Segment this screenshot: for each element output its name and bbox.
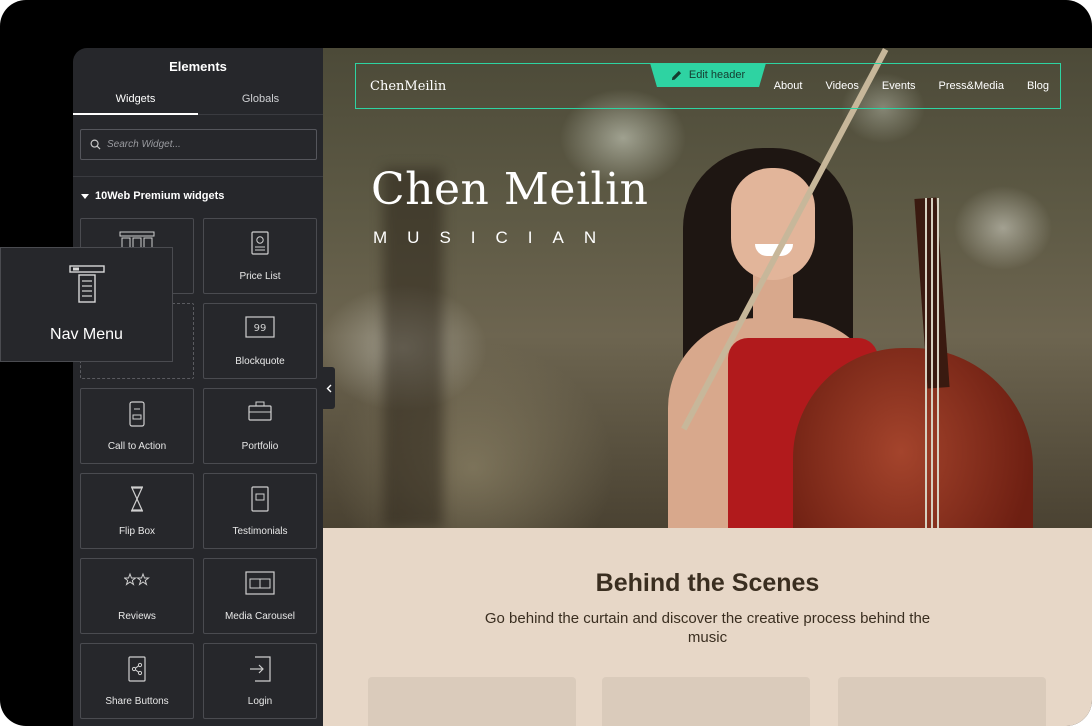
widget-login[interactable]: Login — [203, 643, 317, 719]
widget-search — [80, 129, 317, 160]
blockquote-icon: 99 — [245, 316, 275, 338]
widget-blockquote[interactable]: 99 Blockquote — [203, 303, 317, 379]
share-buttons-icon — [128, 656, 146, 682]
widget-reviews[interactable]: Reviews — [80, 558, 194, 634]
divider — [73, 176, 323, 177]
svg-text:99: 99 — [254, 323, 267, 334]
hero-subtitle: MUSICIAN — [373, 228, 617, 247]
dragged-widget-label: Nav Menu — [50, 326, 123, 343]
hero-photo-cello — [793, 348, 1033, 528]
nav-link-about[interactable]: About — [774, 80, 803, 92]
elements-panel: Elements Widgets Globals 10Web Premium w… — [73, 48, 323, 726]
app-window: Elements Widgets Globals 10Web Premium w… — [0, 0, 1092, 726]
widget-call-to-action[interactable]: Call to Action — [80, 388, 194, 464]
widget-price-list[interactable]: Price List — [203, 218, 317, 294]
media-carousel-icon — [245, 571, 275, 595]
flip-box-icon — [131, 486, 143, 512]
widget-label: Call to Action — [107, 441, 167, 452]
content-card[interactable] — [838, 677, 1046, 726]
section-title: Behind the Scenes — [595, 569, 820, 597]
widget-label: Login — [247, 696, 273, 707]
nav-link-videos[interactable]: Videos — [825, 80, 858, 92]
category-toggle[interactable]: 10Web Premium widgets — [81, 190, 224, 202]
portfolio-icon — [248, 401, 272, 421]
widget-media-carousel[interactable]: Media Carousel — [203, 558, 317, 634]
widget-flip-box[interactable]: Flip Box — [80, 473, 194, 549]
nav-menu-icon — [68, 265, 105, 303]
widget-label: Blockquote — [235, 356, 285, 367]
panel-title: Elements — [169, 58, 227, 74]
hero-title: Chen Meilin — [371, 164, 649, 215]
widget-label: Flip Box — [118, 526, 156, 537]
content-card[interactable] — [602, 677, 810, 726]
widget-label: Media Carousel — [224, 611, 296, 622]
price-list-icon — [251, 231, 269, 255]
login-icon — [250, 656, 271, 682]
site-logo[interactable]: ChenMeilin — [370, 79, 446, 94]
site-nav: About Videos Events Press&Media Blog — [774, 80, 1060, 92]
widget-label: Price List — [239, 271, 281, 282]
testimonials-icon — [251, 486, 269, 512]
nav-link-blog[interactable]: Blog — [1027, 80, 1049, 92]
hero-section: Chen Meilin MUSICIAN ChenMeilin About Vi… — [323, 48, 1092, 528]
panel-collapse-toggle[interactable] — [323, 367, 335, 409]
search-icon — [90, 139, 101, 150]
cello-string — [937, 198, 939, 528]
widget-label: Reviews — [118, 611, 156, 622]
nav-link-press-media[interactable]: Press&Media — [939, 80, 1004, 92]
cello-string — [925, 198, 927, 528]
cello-string — [931, 198, 933, 528]
nav-link-events[interactable]: Events — [882, 80, 916, 92]
widget-label: Testimonials — [232, 526, 288, 537]
widget-testimonials[interactable]: Testimonials — [203, 473, 317, 549]
widget-label: Portfolio — [241, 441, 279, 452]
tab-widgets[interactable]: Widgets — [73, 84, 198, 115]
edit-header-label: Edit header — [688, 69, 746, 81]
panel-tabs: Widgets Globals — [73, 84, 323, 115]
widget-portfolio[interactable]: Portfolio — [203, 388, 317, 464]
category-label: 10Web Premium widgets — [95, 190, 225, 202]
site-preview: Chen Meilin MUSICIAN ChenMeilin About Vi… — [323, 48, 1092, 726]
widget-share-buttons[interactable]: Share Buttons — [80, 643, 194, 719]
caret-down-icon — [81, 193, 89, 199]
pencil-icon — [671, 70, 681, 80]
hero-background — [383, 168, 443, 528]
section-text: Go behind the curtain and discover the c… — [484, 610, 931, 646]
tab-globals[interactable]: Globals — [198, 84, 323, 114]
reviews-icon — [124, 572, 150, 586]
dragged-widget-nav-menu[interactable]: Nav Menu — [0, 247, 173, 362]
content-card[interactable] — [368, 677, 576, 726]
widget-label: Share Buttons — [105, 696, 169, 707]
search-input[interactable] — [107, 139, 307, 150]
edit-header-button[interactable]: Edit header — [650, 63, 766, 87]
call-to-action-icon — [129, 401, 145, 427]
chevron-left-icon — [326, 384, 332, 392]
